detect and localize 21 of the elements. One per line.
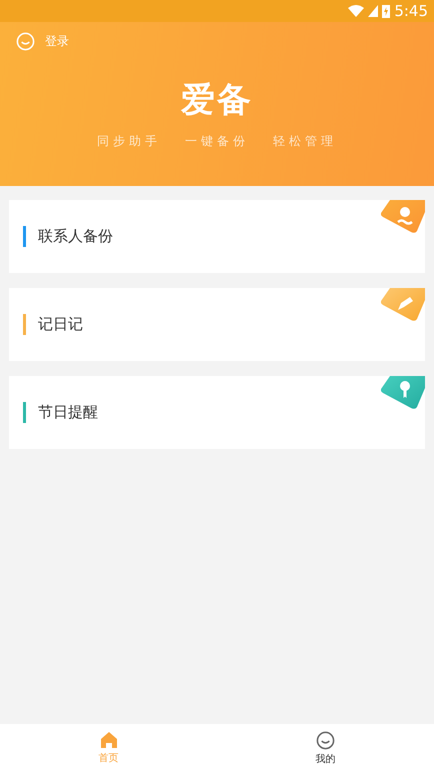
card-label: 联系人备份 [38, 227, 113, 246]
feature-card[interactable]: 记日记 [9, 288, 425, 361]
pin-tag-icon [381, 376, 425, 409]
feature-card[interactable]: 节日提醒 [9, 376, 425, 449]
slogan-text: 一键备份 [185, 133, 249, 150]
person-tag-icon [381, 200, 425, 233]
card-label: 节日提醒 [38, 403, 98, 422]
home-icon [100, 731, 118, 749]
feature-card[interactable]: 联系人备份 [9, 200, 425, 273]
app-logo: 爱备 [180, 79, 254, 122]
nav-tab[interactable]: 我的 [217, 724, 434, 772]
smiley-icon [316, 730, 335, 750]
slogan-text: 轻松管理 [273, 133, 337, 150]
smiley-icon [16, 32, 35, 51]
wifi-icon [348, 5, 364, 17]
signal-icon [368, 5, 378, 17]
card-label: 记日记 [38, 315, 83, 334]
battery-icon [382, 4, 390, 18]
pencil-tag-icon [381, 288, 425, 321]
clock-time: 5:45 [394, 2, 428, 20]
slogan-text: 同步助手 [97, 133, 161, 150]
